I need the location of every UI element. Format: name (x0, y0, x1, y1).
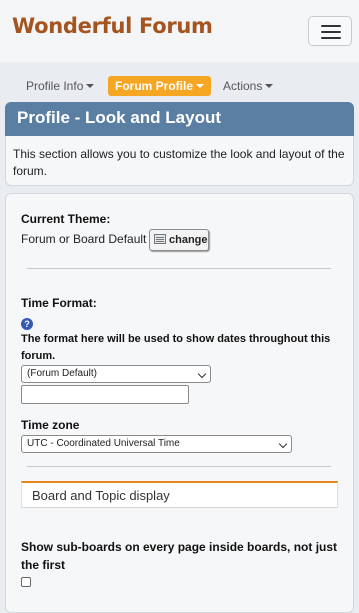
caret-down-icon (196, 84, 205, 88)
caret-down-icon (86, 84, 95, 88)
caret-down-icon (265, 84, 274, 88)
tab-forum-profile[interactable]: Forum Profile (108, 76, 212, 96)
time-format-select[interactable]: (Forum Default) (21, 365, 211, 383)
change-button-label: change (169, 234, 208, 246)
menu-toggle-button[interactable] (308, 16, 352, 46)
timezone-label: Time zone (21, 418, 80, 432)
current-theme-label: Current Theme: (21, 212, 111, 226)
timezone-select[interactable]: UTC - Coordinated Universal Time (21, 435, 292, 453)
change-theme-button[interactable]: change (149, 229, 209, 251)
tab-actions[interactable]: Actions (219, 76, 277, 96)
timezone-select-value: UTC - Coordinated Universal Time (27, 438, 180, 449)
subboards-label: Show sub-boards on every page inside boa… (21, 540, 338, 572)
hamburger-icon (321, 25, 341, 39)
tab-label: Forum Profile (115, 79, 194, 93)
chevron-down-icon (278, 439, 288, 449)
divider (27, 466, 331, 467)
theme-icon (154, 234, 166, 244)
profile-tabs: Profile Info Forum Profile Actions (0, 76, 359, 98)
section-header-board-topic: Board and Topic display (21, 481, 338, 508)
time-format-input[interactable] (21, 385, 189, 404)
panel-description: This section allows you to customize the… (5, 136, 354, 186)
top-navbar: Wonderful Forum (0, 0, 359, 62)
site-title[interactable]: Wonderful Forum (12, 14, 213, 38)
current-theme-value: Forum or Board Default (21, 232, 147, 246)
page-title: Profile - Look and Layout (17, 108, 222, 127)
divider (27, 268, 331, 269)
tab-label: Actions (223, 79, 263, 93)
section-title: Board and Topic display (32, 488, 170, 503)
help-icon[interactable]: ? (21, 318, 33, 330)
tab-label: Profile Info (26, 79, 84, 93)
subboards-checkbox[interactable] (21, 577, 31, 587)
panel-header: Profile - Look and Layout (5, 102, 354, 136)
tab-profile-info[interactable]: Profile Info (22, 76, 98, 96)
chevron-down-icon (197, 369, 207, 379)
time-format-select-value: (Forum Default) (27, 368, 98, 379)
time-format-label: Time Format: (21, 296, 97, 310)
time-format-help: The format here will be used to show dat… (21, 333, 331, 362)
